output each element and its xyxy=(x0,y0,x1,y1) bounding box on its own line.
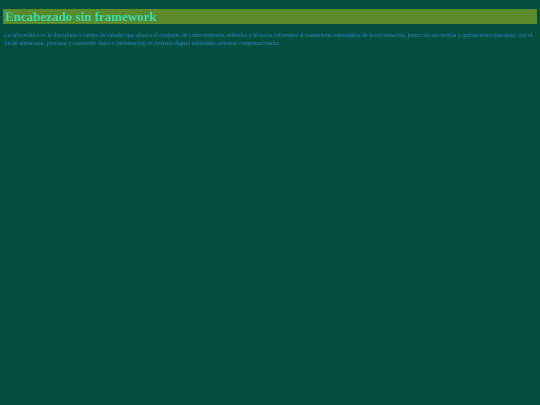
page-title: Encabezado sin framework xyxy=(5,9,157,24)
page: Encabezado sin framework La informática … xyxy=(0,0,540,405)
header-bar: Encabezado sin framework xyxy=(3,9,537,24)
body-paragraph: La informática es la disciplina o campo … xyxy=(4,33,533,47)
